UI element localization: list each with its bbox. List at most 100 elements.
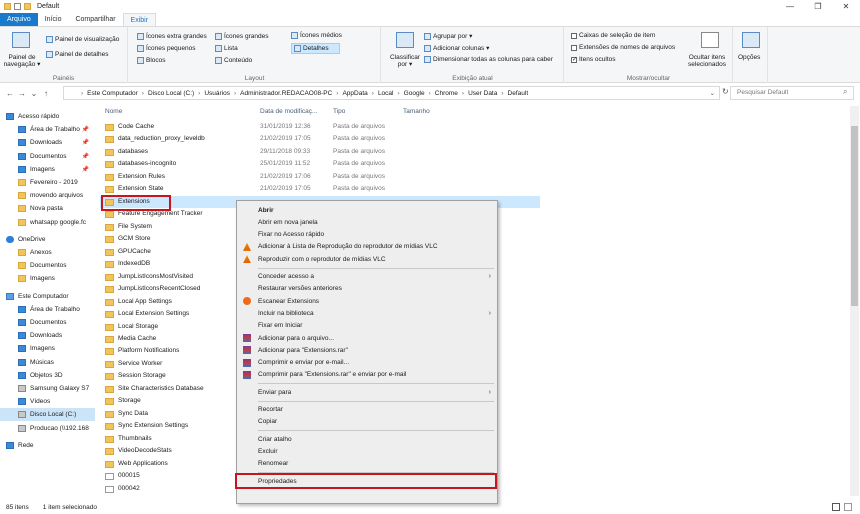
nav-item[interactable]: Vídeos [0,395,95,408]
nav-item[interactable]: Rede [0,439,95,452]
nav-item[interactable]: Imagens 📌 [0,163,95,176]
nav-item[interactable]: Producao (\\192.168 [0,422,95,435]
item-checkboxes-checkbox[interactable] [571,32,577,39]
navigation-pane-icon[interactable] [12,32,30,48]
nav-item[interactable]: Imagens [0,272,95,285]
add-columns-button[interactable]: Adicionar colunas ▾ [433,44,489,52]
pin-icon[interactable]: 📌 [82,139,89,146]
menu-item[interactable]: Comprimir e enviar por e-mail... [237,357,497,369]
layout-medium-icons[interactable]: Ícones médios [300,32,342,39]
menu-item[interactable]: Incluir na biblioteca › [237,307,497,319]
column-type[interactable]: Tipo [333,108,345,115]
close-button[interactable]: ✕ [832,0,860,13]
nav-item[interactable]: Documentos 📌 [0,150,95,163]
pin-icon[interactable]: 📌 [82,166,89,173]
crumb-disco-local[interactable]: Disco Local (C:) [145,90,197,97]
crumb-este-computador[interactable]: Este Computador [84,90,141,97]
nav-item[interactable]: Este Computador [0,290,95,303]
menu-item[interactable]: Adicionar à Lista de Reprodução do repro… [237,241,497,253]
crumb-appdata[interactable]: AppData [339,90,370,97]
details-view-icon[interactable] [832,503,840,511]
nav-item[interactable]: OneDrive [0,233,95,246]
nav-item[interactable]: Documentos [0,259,95,272]
file-row[interactable]: databases 29/11/2018 09:33 Pasta de arquiv… [100,146,540,158]
file-row[interactable]: data_reduction_proxy_leveldb 21/02/2019 1… [100,133,540,145]
menu-item[interactable]: Enviar para › [237,386,497,398]
nav-item[interactable]: Samsung Galaxy S7 [0,382,95,395]
file-row[interactable]: databases-incognito 25/01/2019 11:52 Pasta… [100,158,540,170]
large-icons-view-icon[interactable] [844,503,852,511]
menu-item[interactable]: Reproduzir com o reprodutor de mídias VL… [237,253,497,265]
group-by-button[interactable]: Agrupar por ▾ [433,32,472,40]
menu-item[interactable]: Criar atalho [237,433,497,445]
crumb-local[interactable]: Local [375,90,397,97]
tab-exibir[interactable]: Exibir [122,13,157,26]
address-dropdown-icon[interactable]: ⌄ [710,89,715,97]
file-extensions-checkbox[interactable] [571,44,577,51]
address-bar[interactable]: › Este Computador › Disco Local (C:) › Usu… [63,86,720,100]
crumb-user-data[interactable]: User Data [465,90,500,97]
menu-item[interactable]: Escanear Extensions [237,295,497,307]
properties-icon[interactable] [14,3,21,10]
nav-item[interactable]: Músicas [0,356,95,369]
layout-list[interactable]: Lista [224,45,238,52]
menu-item[interactable]: Adicionar para "Extensions.rar" [237,344,497,356]
nav-item[interactable]: Nova pasta [0,202,95,215]
options-button[interactable]: Opções [738,54,760,61]
crumb-administrador[interactable]: Administrador.REDACAO08-PC [237,90,335,97]
nav-item[interactable]: Anexos [0,246,95,259]
menu-item[interactable]: Comprimir para "Extensions.rar" e enviar… [237,369,497,381]
sort-by-icon[interactable] [396,32,414,48]
column-size[interactable]: Tamanho [403,108,430,115]
nav-item[interactable]: Imagens [0,342,95,355]
forward-button[interactable]: → [16,89,28,98]
preview-pane-button[interactable]: Painel de visualização [55,36,119,43]
crumb-chrome[interactable]: Chrome [432,90,461,97]
hidden-items-checkbox[interactable]: ✓ [571,56,577,63]
layout-tiles[interactable]: Blocos [146,57,166,64]
pin-icon[interactable]: 📌 [82,126,89,133]
column-date[interactable]: Data de modificaç... [260,108,317,115]
maximize-button[interactable]: ❐ [804,0,832,13]
menu-item[interactable]: Restaurar versões anteriores [237,283,497,295]
menu-item[interactable]: Abrir em nova janela [237,216,497,228]
minimize-button[interactable]: — [776,0,804,13]
details-pane-button[interactable]: Painel de detalhes [55,51,109,58]
search-input[interactable]: Pesquisar Default [730,86,854,100]
nav-item[interactable]: Área de Trabalho [0,303,95,316]
layout-content[interactable]: Conteúdo [224,57,252,64]
layout-small-icons[interactable]: Ícones pequenos [146,45,196,52]
back-button[interactable]: ← [4,89,16,98]
tab-compartilhar[interactable]: Compartilhar [68,13,122,26]
tab-arquivo[interactable]: Arquivo [0,13,38,26]
new-folder-icon[interactable] [24,3,31,10]
layout-xl-icons[interactable]: Ícones extra grandes [146,33,207,40]
menu-item[interactable]: Renomear [237,458,497,470]
crumb-google[interactable]: Google [401,90,428,97]
crumb-usuarios[interactable]: Usuários [201,90,233,97]
layout-details[interactable]: Detalhes [303,45,329,52]
nav-item[interactable]: Fevereiro - 2019 [0,176,95,189]
sort-by-button[interactable]: Classificar por ▾ [386,54,424,68]
menu-item[interactable]: Adicionar para o arquivo... [237,332,497,344]
file-row[interactable]: Code Cache 31/01/2019 12:36 Pasta de arqui… [100,121,540,133]
scrollbar-thumb[interactable] [851,126,858,306]
nav-item[interactable]: Documentos [0,316,95,329]
column-name[interactable]: Nome [105,108,122,115]
nav-item[interactable]: Acesso rápido [0,110,95,123]
menu-item[interactable]: Fixar em Iniciar [237,320,497,332]
nav-item[interactable]: Disco Local (C:) [0,408,95,422]
nav-item[interactable]: movendo arquivos [0,189,95,202]
nav-item[interactable]: Área de Trabalho 📌 [0,123,95,136]
size-columns-button[interactable]: Dimensionar todas as colunas para caber [433,56,553,63]
nav-pane-button[interactable]: Painel de navegação ▾ [3,54,41,68]
pin-icon[interactable]: 📌 [82,153,89,160]
refresh-icon[interactable]: ↻ [722,87,729,96]
hide-selected-button[interactable]: Ocultar itens selecionados [683,54,731,68]
vertical-scrollbar[interactable] [850,106,859,496]
options-icon[interactable] [742,32,760,48]
menu-item[interactable]: Abrir [237,204,497,216]
crumb-default[interactable]: Default [505,90,532,97]
menu-item[interactable]: Copiar [237,416,497,428]
menu-item[interactable]: Fixar no Acesso rápido [237,229,497,241]
